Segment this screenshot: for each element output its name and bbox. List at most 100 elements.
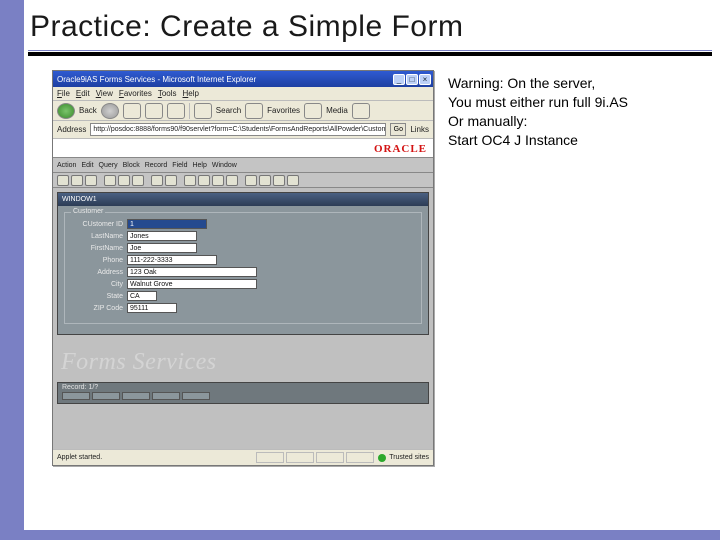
search-icon[interactable] <box>194 103 212 119</box>
status-cell <box>182 392 210 400</box>
menu-tools[interactable]: Tools <box>158 89 177 98</box>
go-button[interactable]: Go <box>390 123 406 136</box>
search-label: Search <box>216 106 241 115</box>
input-customer-id[interactable]: 1 <box>127 219 207 229</box>
label-city: City <box>71 281 127 288</box>
forms-applet: ORACLE Action Edit Query Block Record Fi… <box>53 139 433 449</box>
status-pane <box>256 452 284 463</box>
menu-help[interactable]: Help <box>183 89 199 98</box>
browser-toolbar: Back Search Favorites Media <box>53 101 433 121</box>
input-phone[interactable]: 111-222-3333 <box>127 255 217 265</box>
media-label: Media <box>326 106 348 115</box>
next-record-icon[interactable] <box>226 175 238 186</box>
input-first-name[interactable]: Joe <box>127 243 197 253</box>
next-block-icon[interactable] <box>198 175 210 186</box>
back-label: Back <box>79 106 97 115</box>
menu-view[interactable]: View <box>96 89 113 98</box>
enter-query-icon[interactable] <box>151 175 163 186</box>
menu-edit[interactable]: Edit <box>76 89 90 98</box>
prev-record-icon[interactable] <box>212 175 224 186</box>
warning-line: Warning: On the server, <box>448 74 628 93</box>
execute-query-icon[interactable] <box>165 175 177 186</box>
status-cell <box>152 392 180 400</box>
media-icon[interactable] <box>304 103 322 119</box>
paste-icon[interactable] <box>132 175 144 186</box>
app-toolbar <box>53 173 433 188</box>
divider <box>189 103 190 119</box>
slide-title: Practice: Create a Simple Form <box>24 0 720 46</box>
customer-group: Customer CUstomer ID 1 LastName Jones Fi… <box>64 212 422 324</box>
label-zip: ZIP Code <box>71 305 127 312</box>
forward-button[interactable] <box>101 103 119 119</box>
address-input[interactable]: http://posdoc:8888/forms90/f90servlet?fo… <box>90 123 386 136</box>
cut-icon[interactable] <box>104 175 116 186</box>
label-address: Address <box>71 269 127 276</box>
address-label: Address <box>57 125 86 134</box>
input-city[interactable]: Walnut Grove <box>127 279 257 289</box>
exit-icon[interactable] <box>85 175 97 186</box>
input-zip[interactable]: 95111 <box>127 303 177 313</box>
help-icon[interactable] <box>287 175 299 186</box>
security-zone-icon <box>378 454 386 462</box>
app-menu-block[interactable]: Block <box>123 162 140 169</box>
prev-block-icon[interactable] <box>184 175 196 186</box>
print-icon[interactable] <box>71 175 83 186</box>
lock-icon[interactable] <box>273 175 285 186</box>
copy-icon[interactable] <box>118 175 130 186</box>
save-icon[interactable] <box>57 175 69 186</box>
status-cell <box>92 392 120 400</box>
window-maximize-button[interactable]: □ <box>406 74 418 85</box>
home-button[interactable] <box>167 103 185 119</box>
label-phone: Phone <box>71 257 127 264</box>
warning-text: Warning: On the server, You must either … <box>448 70 628 466</box>
input-last-name[interactable]: Jones <box>127 231 197 241</box>
window-minimize-button[interactable]: _ <box>393 74 405 85</box>
watermark-text: Forms Services <box>53 339 433 382</box>
app-menu-query[interactable]: Query <box>99 162 118 169</box>
status-pane <box>286 452 314 463</box>
browser-status-bar: Applet started. Trusted sites <box>53 449 433 465</box>
record-status: Record: 1/? <box>58 383 428 392</box>
warning-line: Start OC4 J Instance <box>448 131 628 150</box>
label-customer-id: CUstomer ID <box>71 221 127 228</box>
menu-file[interactable]: File <box>57 89 70 98</box>
oracle-banner: ORACLE <box>53 140 433 158</box>
app-menu-field[interactable]: Field <box>172 162 187 169</box>
warning-line: Or manually: <box>448 112 628 131</box>
window-titlebar[interactable]: Oracle9iAS Forms Services - Microsoft In… <box>53 71 433 87</box>
form-window-title[interactable]: WINDOW1 <box>58 193 428 206</box>
window-close-button[interactable]: × <box>419 74 431 85</box>
oracle-logo: ORACLE <box>374 143 427 155</box>
app-status-bar: Record: 1/? <box>57 382 429 404</box>
favorites-icon[interactable] <box>245 103 263 119</box>
divider-thin <box>28 50 712 51</box>
insert-record-icon[interactable] <box>245 175 257 186</box>
stop-button[interactable] <box>123 103 141 119</box>
app-menu-action[interactable]: Action <box>57 162 76 169</box>
group-label: Customer <box>71 208 105 215</box>
status-pane <box>346 452 374 463</box>
back-button[interactable] <box>57 103 75 119</box>
app-menu-help[interactable]: Help <box>192 162 206 169</box>
history-icon[interactable] <box>352 103 370 119</box>
warning-line: You must either run full 9i.AS <box>448 93 628 112</box>
app-menu-record[interactable]: Record <box>145 162 168 169</box>
remove-record-icon[interactable] <box>259 175 271 186</box>
app-menu-edit[interactable]: Edit <box>81 162 93 169</box>
security-zone-text: Trusted sites <box>389 454 429 461</box>
input-address[interactable]: 123 Oak <box>127 267 257 277</box>
status-cell <box>62 392 90 400</box>
app-menu-window[interactable]: Window <box>212 162 237 169</box>
label-state: State <box>71 293 127 300</box>
browser-menubar: File Edit View Favorites Tools Help <box>53 87 433 101</box>
menu-favorites[interactable]: Favorites <box>119 89 152 98</box>
form-window: WINDOW1 Customer CUstomer ID 1 LastName … <box>57 192 429 335</box>
label-last-name: LastName <box>71 233 127 240</box>
status-text: Applet started. <box>57 454 102 461</box>
status-pane <box>316 452 344 463</box>
links-label[interactable]: Links <box>410 125 429 134</box>
refresh-button[interactable] <box>145 103 163 119</box>
address-bar: Address http://posdoc:8888/forms90/f90se… <box>53 121 433 139</box>
browser-window: Oracle9iAS Forms Services - Microsoft In… <box>52 70 434 466</box>
input-state[interactable]: CA <box>127 291 157 301</box>
